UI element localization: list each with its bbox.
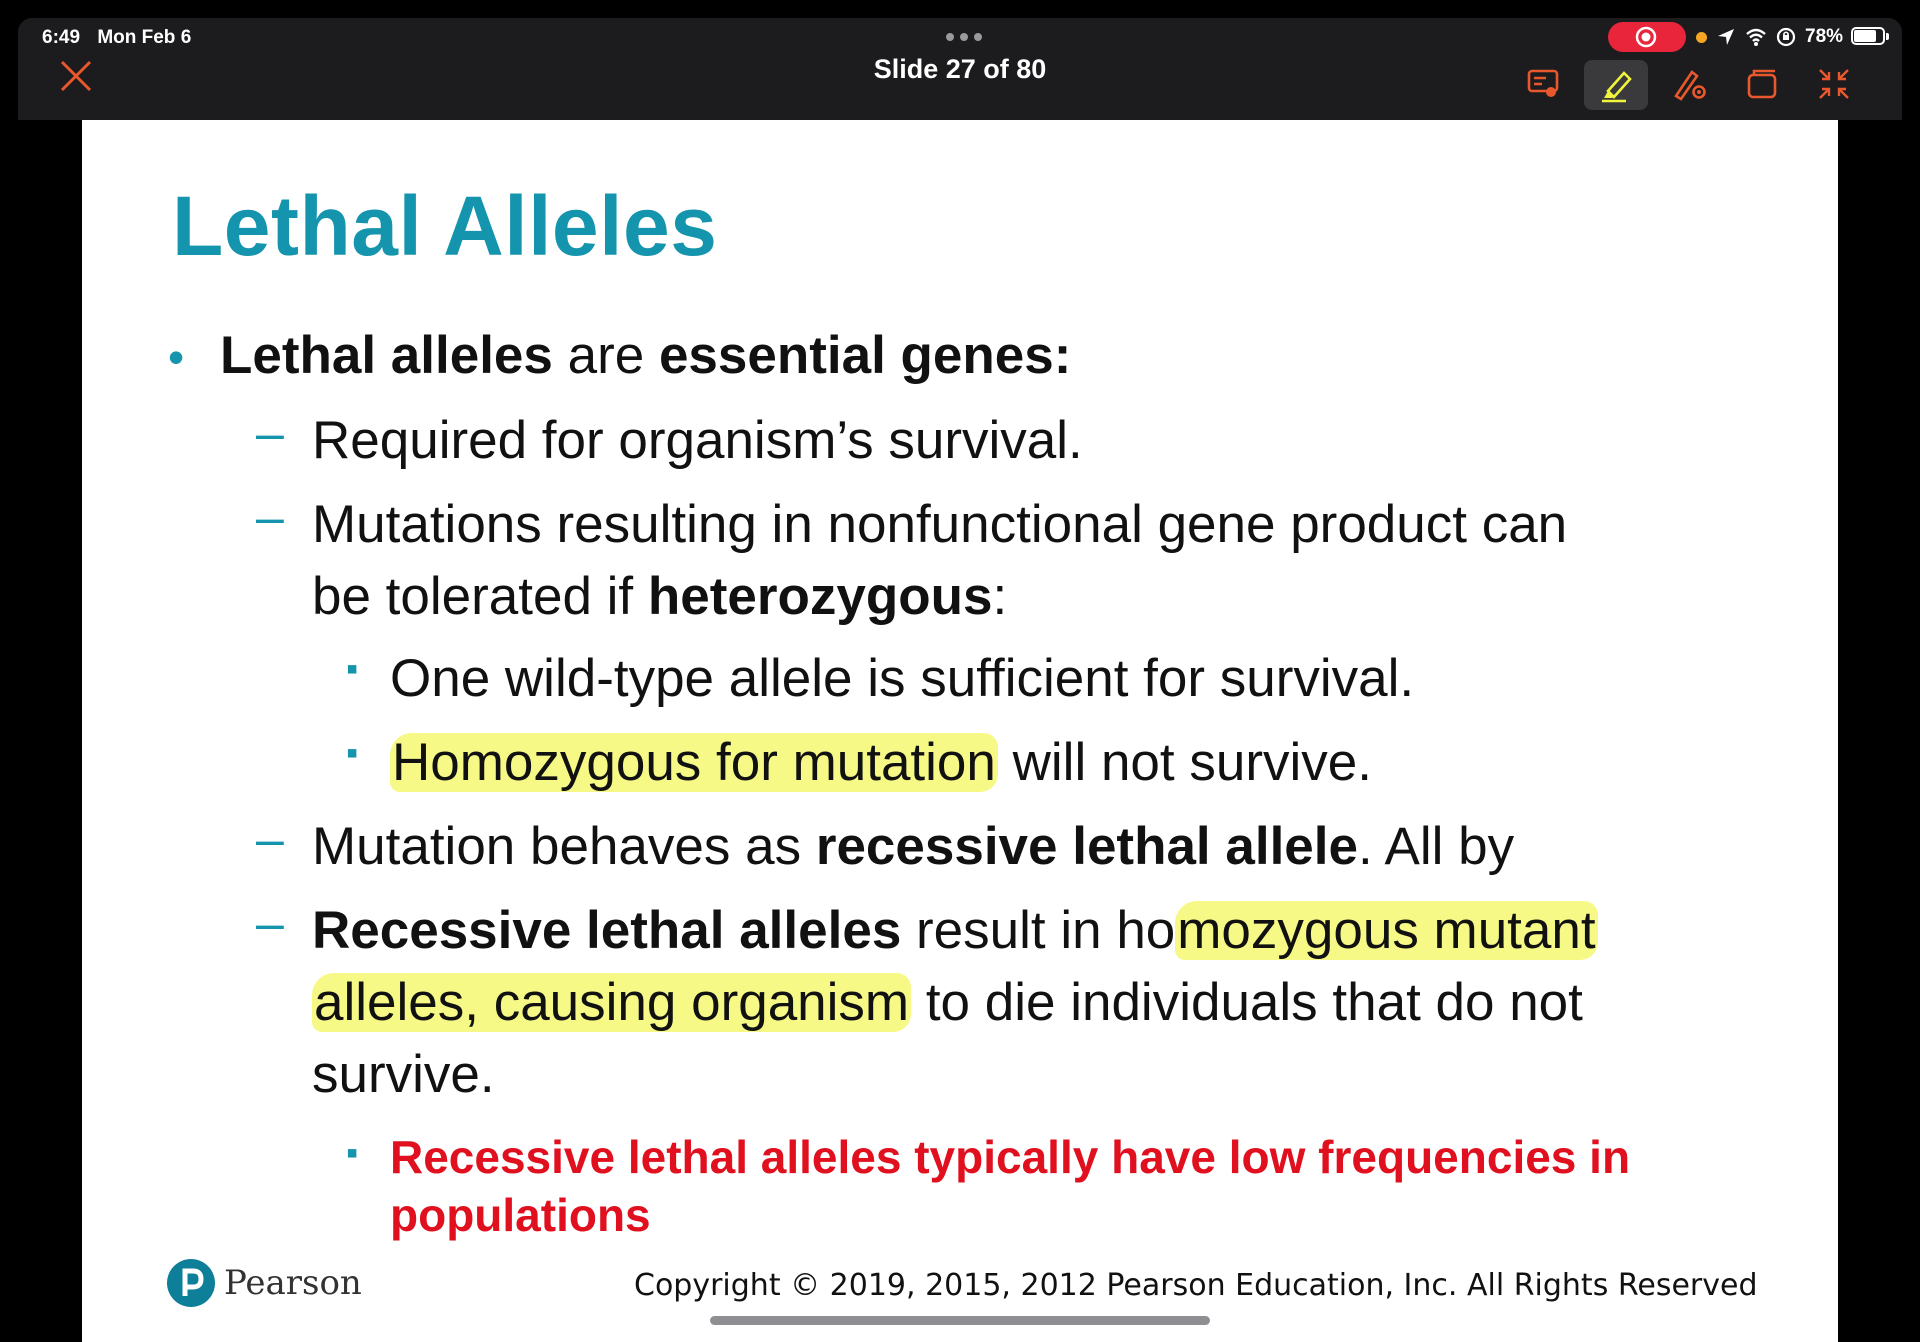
bullet-dot: •	[168, 331, 185, 383]
bold-term: heterozygous	[647, 567, 993, 626]
more-dots-icon	[946, 33, 982, 41]
dash-marker: –	[256, 489, 284, 545]
sub-bullet-required: Required for organism’s survival.	[312, 411, 1083, 470]
dash-marker: –	[256, 405, 284, 461]
pen-settings-icon	[1674, 70, 1706, 101]
record-icon	[1635, 26, 1657, 48]
bold-term: Recessive lethal alleles	[312, 901, 902, 960]
slide-title: Lethal Alleles	[172, 179, 718, 273]
sub-bullet-recessive-lethal-line2: alleles, causing organism to die individ…	[312, 967, 1583, 1039]
battery-icon	[1851, 27, 1891, 47]
mic-in-use-dot	[1696, 31, 1707, 43]
sub-sub-bullet-wild-type: One wild-type allele is sufficient for s…	[390, 649, 1415, 708]
sub-bullet-mutations: Mutations resulting in nonfunctional gen…	[312, 489, 1567, 561]
wifi-icon	[1746, 28, 1766, 46]
sub-bullet-recessive-behavior: Mutation behaves as recessive lethal all…	[312, 811, 1514, 883]
square-marker: ▪	[346, 650, 359, 688]
text: result in ho	[901, 901, 1176, 960]
clock: 6:49	[42, 27, 81, 48]
pearson-p-icon	[167, 1259, 215, 1307]
collapse-button[interactable]	[1808, 58, 1860, 110]
highlighter-button[interactable]	[1584, 60, 1648, 110]
app-toolbar: 6:49 Mon Feb 6 Slide 27 of 80 78%	[18, 18, 1902, 120]
status-bar-left: 6:49 Mon Feb 6	[42, 27, 203, 49]
highlight-annotation[interactable]: alleles, causing organism	[312, 973, 912, 1032]
multitasking-dots[interactable]	[942, 30, 986, 44]
pen-settings-button[interactable]	[1664, 58, 1716, 110]
home-indicator[interactable]	[710, 1316, 1210, 1325]
screen-recording-indicator[interactable]	[1608, 22, 1686, 52]
text: will not survive.	[997, 733, 1372, 792]
text-line: populations	[390, 1189, 651, 1241]
highlight-annotation[interactable]: mozygous mutant	[1175, 901, 1598, 960]
square-marker: ▪	[346, 734, 359, 772]
sub-bullet-recessive-lethal-line3: survive.	[312, 1045, 495, 1104]
status-bar-right: 78%	[1696, 24, 1891, 50]
window-icon	[1747, 69, 1777, 99]
bold-term: Lethal alleles	[220, 326, 553, 385]
battery-percent: 78%	[1805, 26, 1844, 47]
slide-canvas[interactable]: Lethal Alleles • Lethal alleles are esse…	[82, 120, 1838, 1342]
text: to die individuals that do not	[911, 973, 1583, 1032]
sub-sub-bullet-low-frequencies: Recessive lethal alleles typically have …	[390, 1128, 1630, 1244]
sub-bullet-mutations-line2: be tolerated if heterozygous:	[312, 561, 1007, 633]
pearson-logo: Pearson	[166, 1258, 362, 1308]
highlighter-icon	[1602, 71, 1632, 103]
date: Mon Feb 6	[97, 27, 192, 48]
copyright-notice: Copyright © 2019, 2015, 2012 Pearson Edu…	[634, 1268, 1758, 1303]
text: be tolerated if	[312, 567, 648, 626]
pearson-wordmark: Pearson	[224, 1263, 362, 1303]
orientation-lock-icon	[1776, 27, 1796, 47]
text: are	[552, 326, 659, 385]
bold-term: essential genes:	[658, 326, 1072, 385]
sub-sub-bullet-homozygous: Homozygous for mutation will not survive…	[390, 727, 1372, 799]
text-line: Mutations resulting in nonfunctional gen…	[312, 495, 1568, 554]
dash-marker: –	[256, 895, 284, 951]
slideshow-button[interactable]	[1518, 58, 1570, 110]
bold-term: recessive lethal allele	[815, 817, 1358, 876]
collapse-icon	[1819, 69, 1849, 99]
dash-marker: –	[256, 811, 284, 867]
text: :	[992, 567, 1008, 626]
text: Mutation behaves as	[312, 817, 816, 876]
location-icon	[1718, 29, 1734, 45]
sub-bullet-recessive-lethal: Recessive lethal alleles result in homoz…	[312, 895, 1598, 967]
bullet-lethal-alleles: Lethal alleles are essential genes:	[220, 320, 1071, 392]
highlight-annotation[interactable]: Homozygous for mutation	[390, 733, 998, 792]
square-marker: ▪	[346, 1134, 359, 1172]
window-button[interactable]	[1736, 58, 1788, 110]
slideshow-icon	[1527, 69, 1559, 97]
text: . All by	[1357, 817, 1515, 876]
text-line: Recessive lethal alleles typically have …	[390, 1131, 1631, 1183]
